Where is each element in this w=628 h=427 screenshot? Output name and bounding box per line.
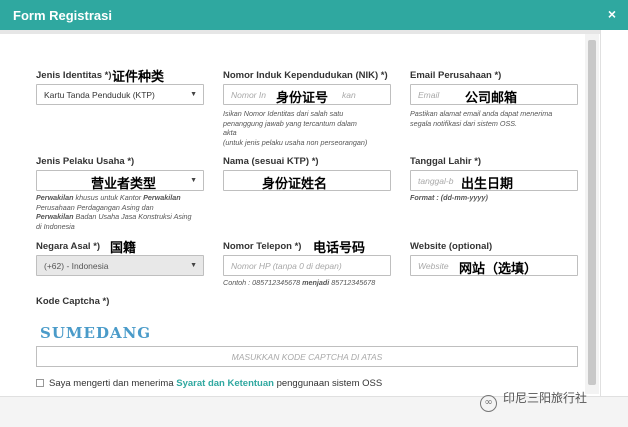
agreement-suffix: penggunaan sistem OSS (273, 378, 383, 389)
agreement-prefix: Saya mengerti dan menerima (49, 378, 177, 389)
close-icon[interactable]: × (608, 6, 616, 22)
tanggal-lahir-input[interactable]: tanggal-b 出生日期 (410, 170, 578, 192)
telepon-annotation: 电话号码 (313, 241, 366, 256)
email-label: Email Perusahaan *) (410, 70, 502, 81)
negara-asal-label: Negara Asal *) (36, 241, 101, 252)
jenis-pelaku-label: Jenis Pelaku Usaha *) (36, 156, 135, 167)
jenis-identitas-value: Kartu Tanda Penduduk (KTP) (44, 90, 155, 100)
website-input[interactable]: Website 网站（选填） (410, 255, 578, 277)
header-strip (0, 30, 628, 34)
email-help: Pastikan alamat email anda dapat menerim… (410, 109, 553, 128)
tanggal-lahir-placeholder: tanggal-b (418, 176, 454, 186)
website-placeholder: Website (418, 261, 449, 271)
telepon-label: Nomor Telepon *) (223, 241, 302, 252)
negara-asal-annotation: 国籍 (110, 241, 137, 256)
title-bar: Form Registrasi × (0, 0, 628, 30)
nama-label: Nama (sesuai KTP) *) (223, 156, 319, 167)
jenis-identitas-annotation: 证件种类 (112, 70, 165, 85)
agreement-checkbox[interactable] (36, 379, 44, 387)
wechat-icon: ∞ (480, 395, 497, 412)
agreement-row: Saya mengerti dan menerima Syarat dan Ke… (36, 378, 382, 389)
nik-input[interactable]: Nomor In 身份证号 kan (223, 84, 391, 106)
captcha-image: SUMEDANG (40, 324, 152, 342)
nama-input[interactable]: 身份证姓名 (223, 170, 391, 192)
negara-asal-select[interactable]: (+62) - Indonesia ▼ (36, 255, 204, 276)
nik-help: Isikan Nomor Identitas dari salah satu p… (223, 109, 368, 147)
email-placeholder: Email (418, 90, 440, 100)
watermark-text: 印尼三阳旅行社 (503, 391, 588, 405)
chevron-down-icon: ▼ (190, 262, 197, 269)
telepon-input[interactable]: Nomor HP (tanpa 0 di depan) (223, 255, 391, 276)
side-panel (600, 30, 628, 396)
captcha-placeholder: MASUKKAN KODE CAPTCHA DI ATAS (231, 352, 383, 362)
telepon-help: Contoh : 085712345678 menjadi 8571234567… (223, 278, 376, 287)
email-input[interactable]: Email 公司邮箱 (410, 84, 578, 106)
tanggal-lahir-label: Tanggal Lahir *) (410, 156, 482, 167)
jenis-identitas-select[interactable]: Kartu Tanda Penduduk (KTP) ▼ (36, 84, 204, 105)
telepon-placeholder: Nomor HP (tanpa 0 di depan) (231, 261, 342, 271)
nik-placeholder-right: kan (342, 90, 356, 100)
tanggal-lahir-help: Format : (dd-mm-yyyy) (410, 193, 488, 202)
scrollbar-thumb[interactable] (588, 40, 596, 385)
captcha-label: Kode Captcha *) (36, 296, 110, 307)
captcha-input[interactable]: MASUKKAN KODE CAPTCHA DI ATAS (36, 346, 578, 367)
email-annotation: 公司邮箱 (465, 91, 518, 106)
website-annotation: 网站（选填） (459, 262, 538, 277)
jenis-identitas-label: Jenis Identitas *) (36, 70, 112, 81)
tanggal-lahir-annotation: 出生日期 (461, 177, 514, 192)
watermark: ∞ 印尼三阳旅行社 (480, 389, 587, 412)
window-title: Form Registrasi (13, 8, 112, 23)
website-label: Website (optional) (410, 241, 493, 252)
jenis-pelaku-select[interactable]: 营业者类型 ▼ (36, 170, 204, 192)
chevron-down-icon: ▼ (190, 91, 197, 98)
terms-link[interactable]: Syarat dan Ketentuan (176, 378, 274, 389)
nik-label: Nomor Induk Kependudukan (NIK) *) (223, 70, 388, 81)
nama-annotation: 身份证姓名 (262, 177, 328, 192)
jenis-pelaku-annotation: 营业者类型 (91, 177, 157, 192)
nik-annotation: 身份证号 (276, 91, 329, 106)
jenis-pelaku-help: Perwakilan khusus untuk Kantor Perwakila… (36, 193, 192, 231)
nik-placeholder-left: Nomor In (231, 90, 266, 100)
chevron-down-icon: ▼ (190, 177, 197, 184)
negara-asal-value: (+62) - Indonesia (44, 261, 109, 271)
